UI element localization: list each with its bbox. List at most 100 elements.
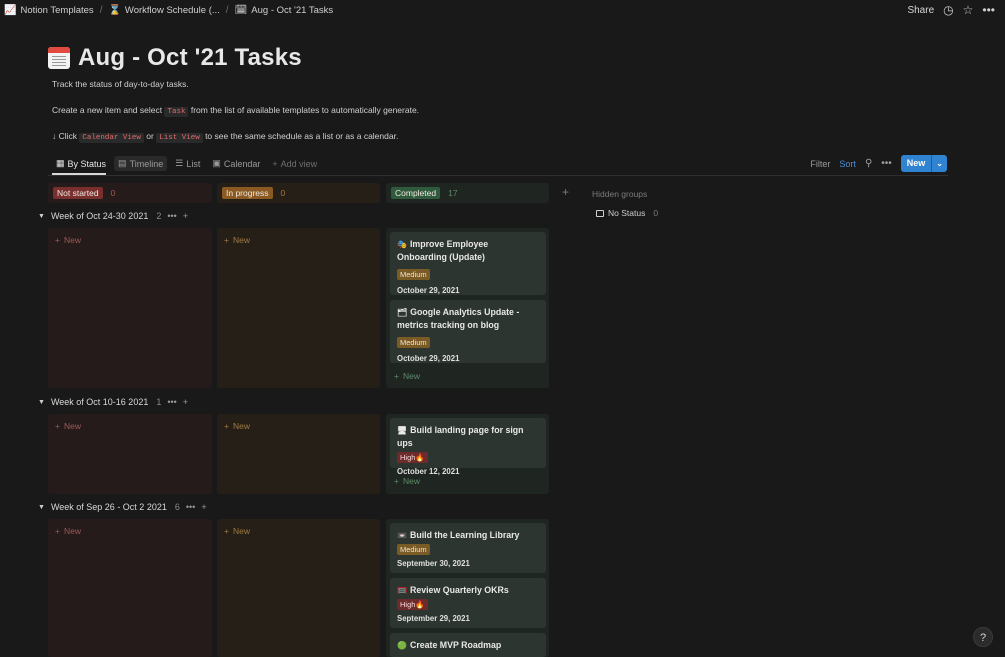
new-button[interactable]: New ⌄ [900, 155, 947, 172]
task-card[interactable]: 🗂 Google Analytics Update - metrics track… [390, 300, 546, 363]
new-item-button[interactable]: + New [394, 476, 420, 486]
ellipsis-icon[interactable]: ••• [167, 211, 176, 221]
clock-icon[interactable]: ◷ [943, 3, 953, 17]
column-header-in-progress[interactable]: In progress 0 [217, 183, 380, 203]
group-header[interactable]: ▼ Week of Oct 10-16 2021 1 ••• + [38, 397, 188, 407]
tab-calendar[interactable]: ▣ Calendar [208, 156, 264, 171]
breadcrumb-label: Workflow Schedule (... [124, 4, 220, 16]
filter-button[interactable]: Filter [810, 159, 830, 169]
ellipsis-icon[interactable]: ••• [186, 502, 195, 512]
add-group-button[interactable]: + [562, 185, 569, 199]
plus-icon[interactable]: + [201, 502, 206, 512]
plus-icon: + [55, 526, 60, 536]
card-title-text: Build landing page for sign ups [397, 425, 524, 448]
plus-icon: + [55, 235, 60, 245]
lane-not-started [48, 519, 212, 657]
task-emoji-icon: 🖥 [397, 426, 408, 435]
ellipsis-icon[interactable]: ••• [881, 158, 892, 169]
page-description-2: Create a new item and select Task from t… [52, 105, 419, 117]
lane-in-progress [217, 228, 380, 388]
desc-text: to see the same schedule as a list or as… [202, 131, 399, 141]
new-label: New [232, 421, 250, 431]
task-card[interactable]: 📼 Build the Learning Library Medium Septe… [390, 523, 546, 573]
task-emoji-icon: 🟢 [397, 641, 407, 650]
breadcrumb-label: Aug - Oct '21 Tasks [251, 4, 334, 16]
group-header[interactable]: ▼ Week of Oct 24-30 2021 2 ••• + [38, 211, 188, 221]
list-icon: ☰ [175, 158, 184, 168]
priority-tag: Medium [397, 337, 430, 348]
sort-button[interactable]: Sort [839, 159, 856, 169]
group-count: 6 [174, 502, 180, 512]
new-label: New [63, 235, 81, 245]
hidden-group-no-status[interactable]: No Status 0 [596, 208, 658, 218]
inline-code: List View [156, 133, 203, 143]
card-date: September 29, 2021 [397, 614, 470, 623]
task-card[interactable]: 🟢 Create MVP Roadmap [390, 633, 546, 657]
ellipsis-icon[interactable]: ••• [982, 3, 995, 17]
database-toolbar: Filter Sort ⚲ ••• New ⌄ [810, 155, 947, 172]
toggle-triangle-icon[interactable]: ▼ [38, 399, 45, 406]
task-card[interactable]: 🖥 Build landing page for sign ups High🔥 O… [390, 418, 546, 476]
share-button[interactable]: Share [907, 5, 934, 16]
tab-timeline[interactable]: ▤ Timeline [114, 156, 168, 171]
new-item-button[interactable]: + New [224, 421, 250, 431]
chevron-down-icon[interactable]: ⌄ [931, 155, 947, 172]
card-title: 🥅 Review Quarterly OKRs [397, 584, 539, 597]
desc-text: or [143, 131, 157, 141]
card-title: 🖥 Build landing page for sign ups [397, 424, 539, 450]
search-icon[interactable]: ⚲ [865, 158, 872, 169]
plus-icon[interactable]: + [183, 211, 188, 221]
lane-not-started [48, 228, 212, 388]
card-title-text: Google Analytics Update - metrics tracki… [397, 307, 520, 330]
breadcrumb-item-3[interactable]: 🗓 Aug - Oct '21 Tasks [235, 5, 334, 16]
plus-icon: + [272, 158, 278, 169]
help-button[interactable]: ? [973, 627, 993, 647]
new-item-button[interactable]: + New [224, 235, 250, 245]
group-label: Week of Sep 26 - Oct 2 2021 [50, 502, 167, 512]
group-header[interactable]: ▼ Week of Sep 26 - Oct 2 2021 6 ••• + [38, 502, 207, 512]
column-header-completed[interactable]: Completed 17 [386, 183, 549, 203]
card-title-text: Improve Employee Onboarding (Update) [397, 239, 489, 262]
breadcrumb-separator: / [225, 4, 229, 16]
new-item-button[interactable]: + New [55, 235, 81, 245]
add-view-button[interactable]: + Add view [268, 157, 321, 171]
column-header-not-started[interactable]: Not started 0 [48, 183, 212, 203]
card-date: October 12, 2021 [397, 467, 460, 476]
tab-label: Add view [280, 158, 318, 169]
breadcrumb-label: Notion Templates [20, 4, 94, 16]
task-emoji-icon: 🥅 [397, 586, 407, 595]
plus-icon: + [55, 421, 60, 431]
task-card[interactable]: 🎭 Improve Employee Onboarding (Update) Me… [390, 232, 546, 295]
inline-code: Calendar View [79, 133, 144, 143]
breadcrumb-item-1[interactable]: 📈 Notion Templates [4, 5, 94, 16]
priority-tag: High🔥 [397, 599, 428, 610]
new-item-button[interactable]: + New [224, 526, 250, 536]
plus-icon[interactable]: + [183, 397, 188, 407]
new-item-button[interactable]: + New [394, 371, 420, 381]
plus-icon: + [224, 235, 229, 245]
lane-in-progress [217, 519, 380, 657]
new-label: New [402, 476, 420, 486]
breadcrumb-item-2[interactable]: ⌛ Workflow Schedule (... [108, 5, 219, 16]
new-item-button[interactable]: + New [55, 526, 81, 536]
tab-by-status[interactable]: ▦ By Status [52, 156, 110, 171]
star-icon[interactable]: ☆ [963, 3, 974, 17]
tab-label: Timeline [129, 158, 164, 169]
new-label: New [232, 235, 250, 245]
card-date: September 30, 2021 [397, 559, 470, 568]
inline-code: Task [164, 107, 189, 117]
task-emoji-icon: 📼 [397, 531, 407, 540]
toggle-triangle-icon[interactable]: ▼ [38, 504, 45, 511]
new-label: New [63, 526, 81, 536]
task-card[interactable]: 🥅 Review Quarterly OKRs High🔥 September 2… [390, 578, 546, 628]
toggle-triangle-icon[interactable]: ▼ [38, 213, 45, 220]
timeline-icon: ▤ [118, 158, 127, 168]
tab-label: List [186, 158, 201, 169]
card-title-text: Review Quarterly OKRs [409, 585, 509, 595]
new-item-button[interactable]: + New [55, 421, 81, 431]
page-title[interactable]: Aug - Oct '21 Tasks [78, 44, 302, 72]
tab-list[interactable]: ☰ List [171, 156, 204, 171]
ellipsis-icon[interactable]: ••• [167, 397, 176, 407]
tab-label: By Status [67, 158, 107, 169]
hourglass-icon: ⌛ [108, 4, 121, 16]
